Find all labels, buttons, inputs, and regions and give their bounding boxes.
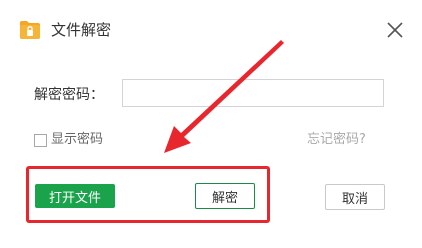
cancel-button[interactable]: 取消 [325, 184, 385, 210]
decrypt-button[interactable]: 解密 [195, 183, 255, 209]
window-title: 文件解密 [51, 21, 112, 39]
show-password-checkbox[interactable] [34, 133, 47, 147]
password-label: 解密密码： [34, 87, 104, 103]
title-bar: 文件解密 [0, 0, 422, 46]
show-password-label: 显示密码 [51, 132, 104, 147]
open-file-button[interactable]: 打开文件 [35, 184, 115, 208]
folder-lock-icon [20, 21, 40, 39]
forgot-password-link[interactable]: 忘记密码? [307, 132, 366, 148]
show-password-toggle[interactable]: 显示密码 [34, 132, 103, 148]
password-input[interactable] [122, 79, 384, 107]
file-decrypt-dialog: 文件解密 解密密码： 显示密码 忘记密码? 打开文件 解密 取消 [0, 0, 422, 248]
close-icon[interactable] [384, 19, 406, 41]
